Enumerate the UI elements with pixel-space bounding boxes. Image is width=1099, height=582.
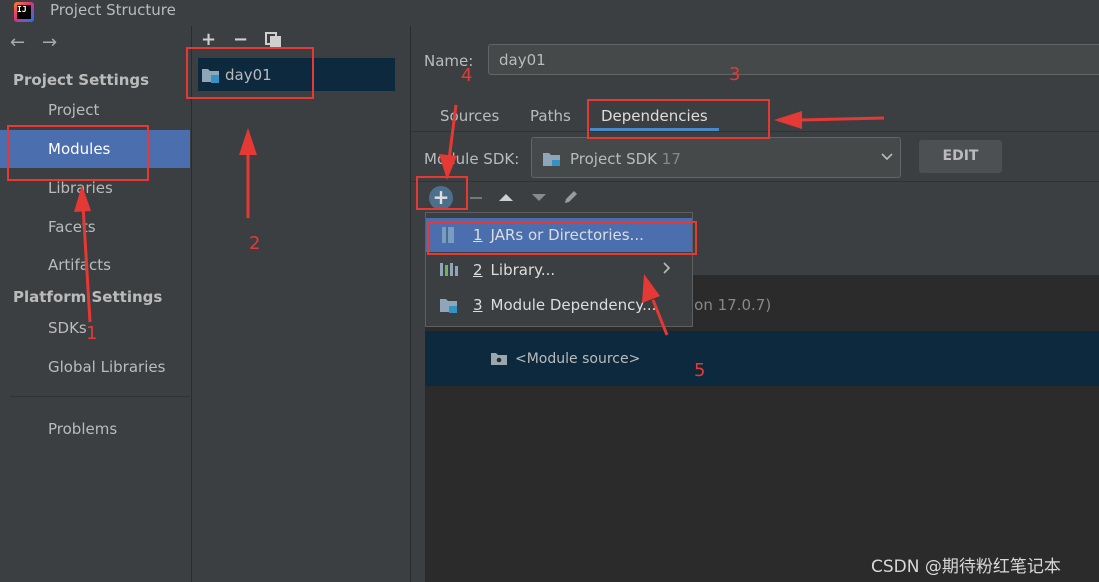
tab-sources[interactable]: Sources — [440, 107, 499, 125]
sidebar-item-global-libraries[interactable]: Global Libraries — [48, 358, 165, 376]
sidebar-divider — [10, 396, 190, 397]
menu-item-library-num: 2 — [473, 261, 483, 279]
menu-item-library[interactable] — [426, 253, 692, 287]
section-platform-settings: Platform Settings — [13, 288, 163, 306]
back-arrow-icon[interactable]: ← — [10, 32, 25, 53]
move-down-icon[interactable] — [531, 193, 547, 203]
edit-dependency-icon[interactable] — [563, 189, 579, 205]
annotation-number-1: 1 — [86, 323, 98, 344]
move-up-icon[interactable] — [498, 192, 514, 202]
annotation-number-4: 4 — [461, 65, 473, 86]
tab-paths[interactable]: Paths — [530, 107, 571, 125]
annotation-box-module — [186, 47, 314, 99]
module-list-panel — [192, 26, 411, 582]
window-title: Project Structure — [50, 1, 176, 19]
annotation-number-3: 3 — [729, 64, 741, 85]
sidebar-item-libraries[interactable]: Libraries — [48, 179, 113, 197]
remove-dependency-icon[interactable] — [470, 197, 482, 199]
forward-arrow-icon[interactable]: → — [42, 32, 57, 53]
annotation-box-add — [416, 176, 468, 210]
menu-item-module-dependency-text: Module Dependency... — [490, 296, 657, 314]
module-name-input[interactable] — [488, 44, 1099, 75]
copy-module-icon[interactable] — [265, 32, 283, 48]
module-dependency-icon — [440, 299, 457, 313]
sdk-version: 17 — [661, 150, 681, 168]
watermark: CSDN @期待粉红笔记本 — [871, 557, 1061, 577]
sdk-folder-icon — [543, 153, 560, 166]
annotation-number-5: 5 — [694, 360, 706, 381]
annotation-box-dependencies — [587, 99, 770, 139]
sdk-select-value: Project SDK 17 — [570, 150, 681, 168]
menu-item-library-text: Library... — [490, 261, 556, 279]
menu-item-library-label: 2 Library... — [473, 261, 555, 279]
section-project-settings: Project Settings — [13, 71, 150, 89]
annotation-box-modules — [7, 125, 149, 181]
edit-sdk-button[interactable]: EDIT — [919, 140, 1002, 173]
module-sdk-label: Module SDK: — [424, 150, 520, 168]
sidebar-item-facets[interactable]: Facets — [48, 218, 96, 236]
module-source-label: <Module source> — [515, 351, 641, 367]
menu-item-module-dependency-label: 3 Module Dependency... — [473, 296, 656, 314]
sidebar-item-problems[interactable]: Problems — [48, 420, 117, 438]
dependency-toolbar-divider — [411, 181, 1099, 182]
sidebar-item-project[interactable]: Project — [48, 101, 99, 119]
menu-item-module-dependency-num: 3 — [473, 296, 483, 314]
source-folder-icon — [491, 353, 507, 365]
intellij-logo-icon: IJ — [14, 2, 34, 22]
sidebar-item-sdks[interactable]: SDKs — [48, 319, 87, 337]
sdk-dependency-row[interactable]: ion 17.0.7) — [690, 296, 771, 314]
chevron-down-icon — [881, 153, 893, 161]
sidebar-item-artifacts[interactable]: Artifacts — [48, 256, 111, 274]
chevron-right-icon — [663, 262, 671, 274]
annotation-box-jars — [427, 221, 697, 255]
annotation-number-2: 2 — [249, 233, 261, 254]
library-icon — [440, 263, 458, 276]
sdk-name: Project SDK — [570, 150, 657, 168]
